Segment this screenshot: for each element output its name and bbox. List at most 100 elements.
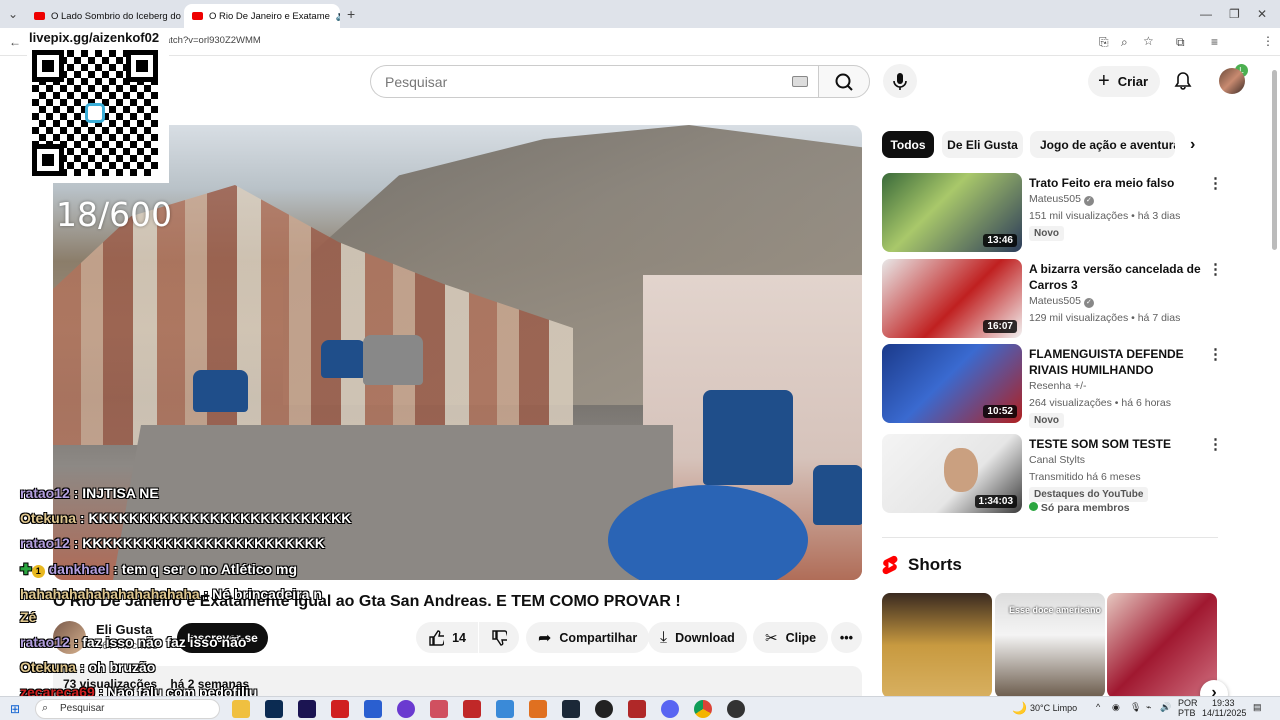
notifications-bell-icon[interactable] bbox=[1173, 71, 1193, 91]
shorts-logo-icon bbox=[882, 555, 898, 575]
chrome-icon[interactable] bbox=[694, 700, 712, 718]
video-thumbnail[interactable]: 1:34:03 bbox=[882, 434, 1022, 513]
obs-icon[interactable] bbox=[595, 700, 613, 718]
keyboard-icon[interactable] bbox=[792, 76, 808, 87]
search-icon: ⌕ bbox=[42, 702, 49, 714]
volume-icon[interactable]: 🔊 bbox=[1160, 702, 1171, 713]
plus-icon: + bbox=[1098, 70, 1110, 92]
taskbar-search[interactable]: ⌕ Pesquisar bbox=[35, 699, 220, 719]
recommendation-title[interactable]: Trato Feito era meio falso bbox=[1029, 175, 1209, 191]
photoshop-icon[interactable] bbox=[265, 700, 283, 718]
steam-icon[interactable] bbox=[562, 700, 580, 718]
video-thumbnail[interactable]: 16:07 bbox=[882, 259, 1022, 338]
reading-list-icon[interactable]: ≡ bbox=[1211, 36, 1218, 48]
minimize-icon[interactable]: — bbox=[1200, 8, 1212, 20]
dislike-button[interactable] bbox=[479, 622, 519, 653]
microphone-tray-icon[interactable]: 🎙 bbox=[1130, 702, 1141, 713]
short-thumbnail[interactable] bbox=[1107, 593, 1217, 698]
search-button[interactable] bbox=[818, 65, 870, 98]
recommendation-item[interactable]: 16:07 A bizarra versão cancelada de Carr… bbox=[882, 259, 1223, 339]
app-icon[interactable] bbox=[397, 700, 415, 718]
water-tank-shape bbox=[363, 335, 423, 385]
account-avatar[interactable] bbox=[1219, 68, 1245, 94]
video-thumbnail[interactable]: 10:52 bbox=[882, 344, 1022, 423]
app-icon[interactable] bbox=[529, 700, 547, 718]
scissors-icon: ✂ bbox=[765, 629, 778, 647]
extensions-icon[interactable]: ⧉ bbox=[1176, 36, 1185, 48]
bookmark-star-icon[interactable]: ☆ bbox=[1143, 35, 1154, 47]
language-layout[interactable]: PTB bbox=[1178, 708, 1196, 718]
chip-de-eli-gusta[interactable]: De Eli Gusta bbox=[942, 131, 1023, 158]
recommendation-title[interactable]: TESTE SOM SOM TESTE bbox=[1029, 436, 1209, 452]
recommendation-title[interactable]: A bizarra versão cancelada de Carros 3 bbox=[1029, 261, 1209, 293]
recommendation-channel[interactable]: Resenha +/- bbox=[1029, 380, 1087, 392]
acrobat-icon[interactable] bbox=[331, 700, 349, 718]
download-button[interactable]: ⤓ Download bbox=[648, 622, 747, 653]
tab-rio[interactable]: O Rio De Janeiro e Exatame 🔊 ✕ bbox=[184, 4, 340, 28]
app-icon[interactable] bbox=[430, 700, 448, 718]
more-vertical-icon[interactable]: ⋮ bbox=[1208, 437, 1223, 452]
file-explorer-icon[interactable] bbox=[232, 700, 250, 718]
app-icon[interactable] bbox=[727, 700, 745, 718]
chevron-right-icon[interactable]: › bbox=[1190, 136, 1195, 154]
duration-badge: 16:07 bbox=[983, 320, 1017, 333]
window-close-icon[interactable]: ✕ bbox=[1257, 8, 1267, 20]
clock-time[interactable]: 19:33 bbox=[1212, 698, 1235, 708]
share-button[interactable]: ➦ Compartilhar bbox=[526, 622, 650, 653]
divider bbox=[882, 537, 1218, 538]
tab-list-icon[interactable]: ⌄ bbox=[8, 8, 18, 20]
tray-app-icon[interactable]: ◉ bbox=[1112, 702, 1120, 713]
chip-jogo-de-acao[interactable]: Jogo de ação e aventura bbox=[1030, 131, 1175, 158]
notes-app-icon[interactable] bbox=[364, 700, 382, 718]
new-tab-icon[interactable]: + bbox=[347, 7, 355, 21]
network-icon[interactable]: ⌁ bbox=[1146, 702, 1151, 713]
recommendation-item[interactable]: 1:34:03 TESTE SOM SOM TESTE Canal Stylts… bbox=[882, 434, 1223, 514]
recommendation-meta: 129 mil visualizações • há 7 dias bbox=[1029, 312, 1181, 324]
recommendation-channel[interactable]: Mateus505 ✓ bbox=[1029, 295, 1094, 308]
chat-text: : oh bruzão bbox=[79, 659, 156, 675]
recommendation-item[interactable]: 10:52 FLAMENGUISTA DEFENDE RIVAIS HUMILH… bbox=[882, 344, 1223, 428]
app-icon[interactable] bbox=[628, 700, 646, 718]
short-thumbnail[interactable]: Esse doce americano bbox=[995, 593, 1105, 698]
more-vertical-icon[interactable]: ⋮ bbox=[1208, 262, 1223, 277]
menu-kebab-icon[interactable]: ⋮ bbox=[1262, 35, 1274, 47]
cast-icon[interactable]: ⎘ bbox=[1099, 36, 1109, 48]
recommendation-item[interactable]: 13:46 Trato Feito era meio falso Mateus5… bbox=[882, 173, 1223, 253]
back-icon[interactable]: ← bbox=[9, 36, 21, 48]
short-thumbnail[interactable] bbox=[882, 593, 992, 698]
recommendation-channel[interactable]: Mateus505 ✓ bbox=[1029, 193, 1094, 206]
url-field[interactable]: atch?v=orl930Z2WMM bbox=[165, 35, 261, 46]
weather-text[interactable]: 30°C Limpo bbox=[1030, 703, 1077, 713]
notifications-icon[interactable]: ▤ bbox=[1253, 702, 1262, 713]
windows-start-icon[interactable]: ⊞ bbox=[10, 702, 20, 716]
video-thumbnail[interactable]: 13:46 bbox=[882, 173, 1022, 252]
recommendation-channel[interactable]: Canal Stylts bbox=[1029, 454, 1085, 466]
zoom-icon[interactable]: ⌕ bbox=[1121, 36, 1128, 48]
voice-search-button[interactable] bbox=[883, 64, 917, 98]
app-icon[interactable] bbox=[463, 700, 481, 718]
browser-tab-bar: ⌄ O Lado Sombrio do Iceberg do ✕ O Rio D… bbox=[0, 0, 1280, 28]
address-bar: ← atch?v=orl930Z2WMM ⎘ ⌕ ☆ ⧉ ≡ L ⋮ bbox=[0, 28, 1280, 77]
search-input[interactable]: Pesquisar bbox=[370, 65, 818, 98]
more-vertical-icon[interactable]: ⋮ bbox=[1208, 176, 1223, 191]
more-actions-button[interactable]: ••• bbox=[831, 622, 862, 653]
app-icon[interactable] bbox=[496, 700, 514, 718]
premiere-icon[interactable] bbox=[298, 700, 316, 718]
clip-button[interactable]: ✂ Clipe bbox=[753, 622, 829, 653]
recommendation-title[interactable]: FLAMENGUISTA DEFENDE RIVAIS HUMILHANDO G… bbox=[1029, 346, 1209, 380]
more-vertical-icon[interactable]: ⋮ bbox=[1208, 347, 1223, 362]
more-horizontal-icon: ••• bbox=[839, 630, 854, 645]
scrollbar-thumb[interactable] bbox=[1272, 70, 1277, 250]
tray-chevron-icon[interactable]: ^ bbox=[1096, 702, 1100, 712]
sub-badge-icon: 1 bbox=[31, 565, 45, 578]
chip-todos[interactable]: Todos bbox=[882, 131, 934, 158]
restore-icon[interactable]: ❐ bbox=[1229, 8, 1240, 20]
clock-date[interactable]: 14/11/2025 bbox=[1202, 708, 1246, 718]
language-code[interactable]: POR bbox=[1178, 698, 1198, 708]
verified-icon: ✓ bbox=[1083, 298, 1094, 308]
tab-iceberg[interactable]: O Lado Sombrio do Iceberg do ✕ bbox=[26, 4, 182, 28]
chat-text: : faz isso não faz isso não bbox=[73, 634, 247, 650]
create-button[interactable]: + Criar bbox=[1088, 66, 1160, 97]
like-button[interactable]: 14 bbox=[416, 622, 478, 653]
discord-icon[interactable] bbox=[661, 700, 679, 718]
